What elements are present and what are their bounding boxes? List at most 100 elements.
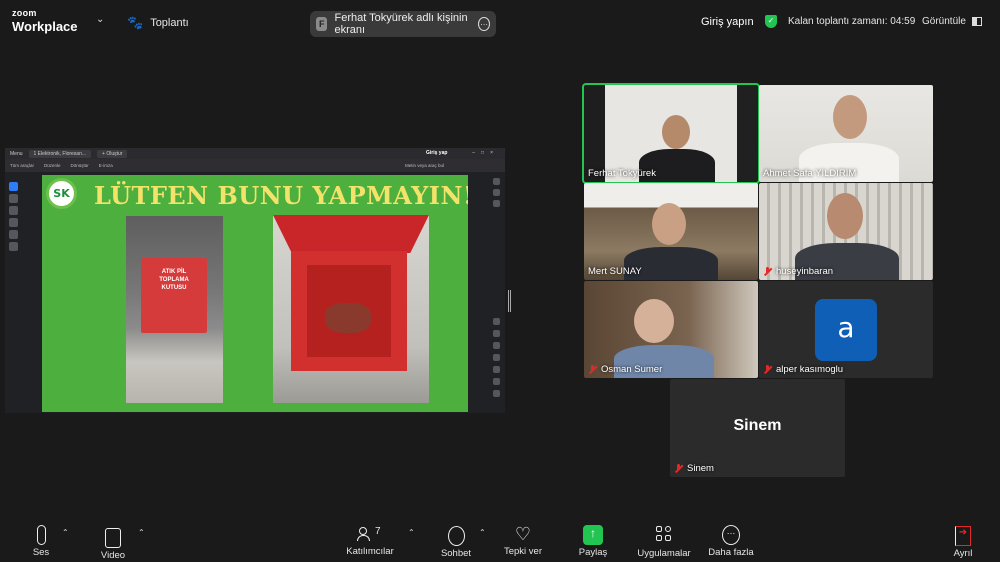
open-bin-photo	[273, 215, 429, 403]
share-screen-icon: ↑	[583, 525, 603, 545]
apps-icon	[656, 526, 672, 546]
mic-muted-icon	[763, 365, 772, 374]
browser-menu: Menu	[10, 150, 23, 157]
participant-name: Ahmet Safa YILDIRIM	[763, 168, 857, 179]
participant-name: Osman Sumer	[588, 364, 662, 375]
more-label: Daha fazla	[708, 547, 754, 558]
sk-logo: SK	[46, 178, 77, 209]
top-bar: zoom Workplace ⌄ 🐾 Toplantı F Ferhat Tok…	[0, 0, 1000, 44]
participant-face	[833, 95, 867, 139]
pdf-toolbar: Tüm araçlar Düzenle Dönüştür E-imza Meti…	[5, 159, 505, 172]
participants-icon	[357, 527, 373, 541]
heart-icon: ♡	[514, 524, 532, 544]
sign-in-link[interactable]: Giriş yapın	[701, 16, 754, 28]
up-icon	[493, 330, 500, 337]
bin-lid	[273, 215, 429, 253]
shared-screen[interactable]: Menu 1 Elektronik, Floresan... + Oluştur…	[5, 148, 505, 413]
browser-new-tab: + Oluştur	[97, 149, 128, 158]
refresh-icon	[493, 354, 500, 361]
pdf-left-toolbar	[9, 182, 21, 251]
screen-share-banner[interactable]: F Ferhat Tokyürek adlı kişinin ekranı …	[310, 11, 496, 37]
shield-check-icon[interactable]: ✓	[765, 15, 777, 28]
page-number-icon	[493, 318, 500, 325]
text-tool-icon	[9, 230, 18, 239]
audio-button[interactable]: Ses	[28, 524, 54, 558]
participant-name-large: Sinem	[733, 417, 782, 434]
audio-label: Ses	[32, 547, 50, 558]
down-icon	[493, 342, 500, 349]
participant-tile[interactable]: Ferhat Tokyürek	[582, 83, 760, 184]
lasso-tool-icon	[9, 218, 18, 227]
zoom-workplace-logo: zoom Workplace	[12, 9, 78, 34]
more-button[interactable]: … Daha fazla	[708, 524, 754, 558]
logo-line-2: Workplace	[12, 19, 78, 34]
more-dots-icon: …	[722, 525, 740, 545]
mic-muted-icon	[674, 464, 683, 473]
video-label: Video	[100, 550, 126, 561]
meeting-info-button[interactable]: 🐾 Toplantı	[127, 15, 189, 31]
window-controls: –□×	[472, 150, 499, 156]
participants-options-chevron-icon[interactable]: ⌃	[408, 528, 415, 537]
battery-pile	[325, 303, 371, 333]
battery-collection-box: ATIK PİL TOPLAMA KUTUSU	[141, 258, 207, 333]
view-button[interactable]: Görüntüle	[922, 16, 982, 27]
presentation-slide: SK LÜTFEN BUNU YAPMAYIN! ATIK PİL TOPLAM…	[42, 175, 468, 412]
react-button[interactable]: ♡ Tepki ver	[502, 524, 544, 557]
chat-options-chevron-icon[interactable]: ⌃	[479, 528, 486, 537]
chat-label: Sohbet	[440, 548, 472, 559]
gallery-view-icon	[971, 17, 982, 26]
remaining-time: Kalan toplantı zamanı: 04:59	[788, 16, 916, 27]
participant-avatar: a	[815, 299, 877, 361]
apps-button[interactable]: Uygulamalar	[636, 524, 692, 559]
zoom-in-icon	[493, 378, 500, 385]
share-label: Paylaş	[578, 547, 608, 558]
pages-icon	[493, 200, 500, 207]
audio-options-chevron-icon[interactable]: ⌃	[62, 528, 69, 537]
participant-tile[interactable]: huseyinbaran	[759, 183, 933, 280]
video-icon	[105, 528, 121, 548]
participant-face	[652, 203, 686, 245]
participant-tile[interactable]: Osman Sumer	[584, 281, 758, 378]
react-label: Tepki ver	[503, 546, 542, 557]
participant-tile[interactable]: a alper kasımoglu	[759, 281, 933, 378]
pdf-find-text: Metin veya araç bul	[405, 163, 445, 168]
participant-name: Mert SUNAY	[588, 266, 642, 277]
pdf-tool-convert: Dönüştür	[70, 163, 89, 168]
resize-handle[interactable]	[508, 290, 511, 312]
browser-signin: Giriş yap	[426, 150, 448, 156]
participant-name: Ferhat Tokyürek	[588, 168, 656, 179]
apps-icon-square	[656, 526, 662, 532]
cursor-tool-icon	[9, 182, 18, 191]
more-icon[interactable]: …	[478, 17, 491, 31]
participants-button[interactable]: 7 Katılımcılar	[342, 524, 398, 557]
mic-icon	[36, 525, 46, 545]
participant-name: alper kasımoglu	[763, 364, 843, 375]
video-options-chevron-icon[interactable]: ⌃	[138, 528, 145, 537]
pdf-tool-all: Tüm araçlar	[10, 163, 35, 168]
mic-muted-icon	[763, 267, 772, 276]
participant-tile[interactable]: Mert SUNAY	[584, 183, 758, 280]
view-label: Görüntüle	[922, 16, 966, 27]
mic-muted-icon	[588, 365, 597, 374]
battery-box-photo: ATIK PİL TOPLAMA KUTUSU	[126, 216, 223, 403]
participant-tile[interactable]: Ahmet Safa YILDIRIM	[759, 85, 933, 182]
video-button[interactable]: Video	[98, 524, 128, 561]
chevron-down-icon[interactable]: ⌄	[96, 14, 104, 25]
apps-icon-square	[665, 535, 671, 541]
fit-icon	[493, 366, 500, 373]
pdf-right-toolbar	[493, 178, 503, 207]
bookmark-icon	[493, 189, 500, 196]
zoom-tool-icon	[9, 194, 18, 203]
participant-face	[634, 299, 674, 343]
chat-button[interactable]: Sohbet	[440, 524, 472, 559]
screen-share-banner-text: Ferhat Tokyürek adlı kişinin ekranı	[334, 12, 468, 36]
slide-title: LÜTFEN BUNU YAPMAYIN!	[94, 181, 468, 210]
participant-count: 7	[375, 526, 381, 537]
browser-tab-bar: Menu 1 Elektronik, Floresan... + Oluştur…	[5, 148, 505, 159]
chat-icon	[447, 526, 465, 546]
participant-tile[interactable]: Sinem Sinem	[670, 379, 845, 477]
apps-icon-circle	[665, 526, 671, 532]
leave-button[interactable]: ➜ Ayrıl	[950, 524, 976, 559]
meeting-toolbar: Ses ⌃ Video ⌃ 7 Katılımcılar ⌃ Sohbet ⌃ …	[0, 516, 1000, 562]
share-button[interactable]: ↑ Paylaş	[578, 524, 608, 558]
